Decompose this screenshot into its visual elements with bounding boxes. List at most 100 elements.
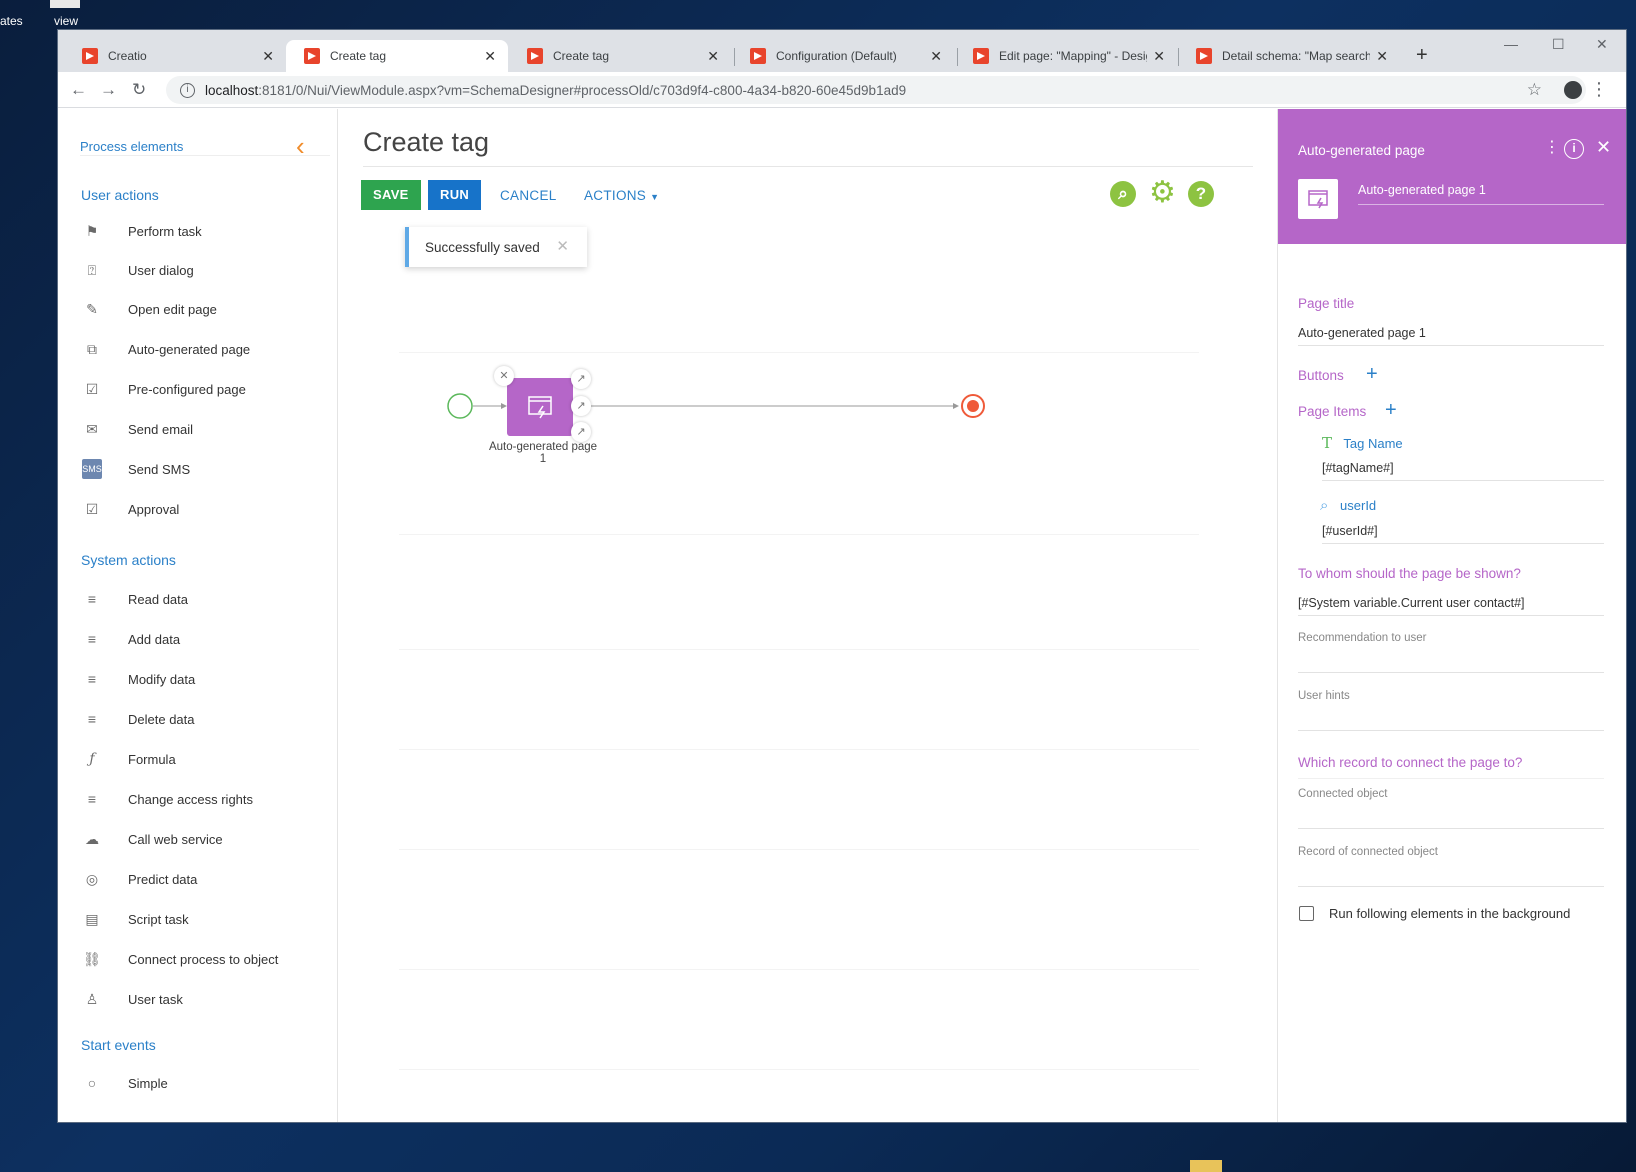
tab-create-tag[interactable]: Create tag ✕ [509, 40, 731, 72]
back-icon[interactable]: ← [70, 80, 87, 100]
page-title-label: Page title [1298, 296, 1355, 311]
browser-menu-icon[interactable]: ⋮ [1590, 79, 1608, 100]
group-user-actions[interactable]: User actions [81, 187, 159, 203]
tab-title: Configuration (Default) [776, 49, 897, 63]
reload-icon[interactable]: ↻ [132, 80, 146, 100]
close-tab-icon[interactable]: ✕ [707, 48, 719, 65]
run-background-checkbox[interactable] [1299, 906, 1314, 921]
desktop-file-icon[interactable] [50, 0, 80, 8]
connected-object-input[interactable] [1298, 828, 1604, 829]
more-options-icon[interactable]: ⋮ [1544, 137, 1560, 157]
element-label: Pre-configured page [128, 381, 246, 397]
delete-node-icon[interactable]: ✕ [494, 366, 514, 386]
element-label: Perform task [128, 223, 202, 239]
element-open-edit-page[interactable]: ✎ Open edit page [82, 299, 217, 319]
element-change-access-rights[interactable]: ≡ Change access rights [82, 789, 253, 809]
user-hints-input[interactable] [1298, 730, 1604, 731]
divider [80, 155, 330, 156]
tab-creatio[interactable]: Creatio ✕ [64, 40, 286, 72]
element-perform-task[interactable]: ⚑ Perform task [82, 221, 202, 241]
user-task-icon: ♙ [85, 991, 99, 1007]
element-read-data[interactable]: ≡ Read data [82, 589, 188, 609]
forward-icon[interactable]: → [100, 80, 117, 100]
new-tab-icon[interactable]: + [1416, 44, 1428, 67]
end-event-core [967, 400, 979, 412]
text-icon: T [1322, 434, 1333, 452]
recommendation-input[interactable] [1298, 672, 1604, 673]
bookmark-star-icon[interactable]: ☆ [1527, 80, 1542, 100]
close-tab-icon[interactable]: ✕ [262, 48, 274, 65]
element-predict-data[interactable]: ◎ Predict data [82, 869, 197, 889]
element-formula[interactable]: ƒ Formula [82, 749, 175, 769]
element-auto-generated-page[interactable]: ⧉ Auto-generated page [82, 339, 250, 359]
add-page-item-icon[interactable]: + [1385, 399, 1397, 422]
approval-icon: ☑ [85, 501, 99, 517]
creatio-favicon-icon [527, 48, 543, 64]
record-of-connected-input[interactable] [1298, 886, 1604, 887]
element-add-data[interactable]: ≡ Add data [82, 629, 180, 649]
group-start-events[interactable]: Start events [81, 1037, 156, 1053]
element-modify-data[interactable]: ≡ Modify data [82, 669, 195, 689]
connect-node-icon[interactable]: ↗ [571, 422, 591, 442]
close-tab-icon[interactable]: ✕ [930, 48, 942, 65]
add-button-icon[interactable]: + [1366, 363, 1378, 386]
field-underline [1322, 543, 1604, 544]
close-panel-icon[interactable]: ✕ [1596, 137, 1611, 158]
access-rights-icon: ≡ [87, 791, 97, 807]
account-avatar-icon[interactable] [1564, 81, 1582, 99]
url-host: localhost [205, 82, 259, 98]
element-properties-panel: Auto-generated page ⋮ i ✕ Auto-generated… [1277, 109, 1626, 1122]
tab-title: Create tag [553, 49, 610, 63]
connect-node-icon[interactable]: ↗ [571, 369, 591, 389]
element-label: User task [128, 991, 183, 1007]
element-label: Open edit page [128, 301, 217, 317]
field-underline [1322, 480, 1604, 481]
taskbar-folder-icon[interactable] [1190, 1160, 1222, 1172]
page-item-value[interactable]: [#tagName#] [1322, 461, 1394, 475]
close-tab-icon[interactable]: ✕ [1376, 48, 1388, 65]
element-type-icon [1298, 179, 1338, 219]
tab-create-tag-active[interactable]: Create tag ✕ [286, 40, 508, 72]
connect-node-icon[interactable]: ↗ [571, 396, 591, 416]
tab-detail-schema[interactable]: Detail schema: "Map search a ✕ [1178, 40, 1400, 72]
tab-configuration[interactable]: Configuration (Default) ✕ [732, 40, 954, 72]
page-title-input[interactable]: Auto-generated page 1 [1298, 326, 1426, 340]
element-approval[interactable]: ☑ Approval [82, 499, 180, 519]
element-send-email[interactable]: ✉ Send email [82, 419, 193, 439]
canvas-gridline [399, 534, 1199, 535]
element-user-dialog[interactable]: ⍰ User dialog [82, 260, 194, 280]
site-info-icon[interactable]: i [180, 82, 195, 98]
collapse-panel-icon[interactable]: ‹ [296, 131, 305, 162]
info-icon[interactable]: i [1564, 139, 1584, 159]
element-call-web-service[interactable]: ☁ Call web service [82, 829, 223, 849]
desktop-label-view[interactable]: view [54, 14, 78, 28]
tab-edit-page[interactable]: Edit page: "Mapping" - Design ✕ [955, 40, 1177, 72]
element-pre-configured-page[interactable]: ☑ Pre-configured page [82, 379, 246, 399]
buttons-label: Buttons [1298, 368, 1344, 383]
start-event[interactable] [447, 393, 473, 419]
whom-input[interactable]: [#System variable.Current user contact#] [1298, 596, 1525, 610]
minimize-icon[interactable]: — [1504, 36, 1518, 52]
page-item-userid[interactable]: ⌕ userId [1320, 497, 1376, 514]
element-send-sms[interactable]: SMS Send SMS [82, 459, 190, 479]
link-icon: ⛓ [83, 951, 101, 967]
element-simple-start[interactable]: ○ Simple [82, 1073, 168, 1093]
element-connect-process-to-object[interactable]: ⛓ Connect process to object [82, 949, 278, 969]
element-script-task[interactable]: ▤ Script task [82, 909, 188, 929]
page-item-value[interactable]: [#userId#] [1322, 524, 1378, 538]
process-elements-header: Process elements [80, 139, 184, 154]
auto-generated-page-node[interactable] [507, 378, 573, 436]
element-delete-data[interactable]: ≡ Delete data [82, 709, 195, 729]
group-system-actions[interactable]: System actions [81, 552, 176, 568]
close-tab-icon[interactable]: ✕ [484, 48, 496, 65]
element-name-field[interactable]: Auto-generated page 1 [1358, 183, 1486, 197]
desktop-label-left[interactable]: ates [0, 14, 23, 28]
url-input[interactable]: i localhost:8181/0/Nui/ViewModule.aspx?v… [166, 76, 1586, 104]
element-user-task[interactable]: ♙ User task [82, 989, 183, 1009]
close-window-icon[interactable]: ✕ [1596, 36, 1608, 53]
modify-data-icon: ≡ [87, 671, 97, 687]
field-underline [1298, 345, 1604, 346]
page-item-tag-name[interactable]: T Tag Name [1322, 434, 1403, 452]
close-tab-icon[interactable]: ✕ [1153, 48, 1165, 65]
maximize-icon[interactable]: ☐ [1552, 36, 1565, 53]
